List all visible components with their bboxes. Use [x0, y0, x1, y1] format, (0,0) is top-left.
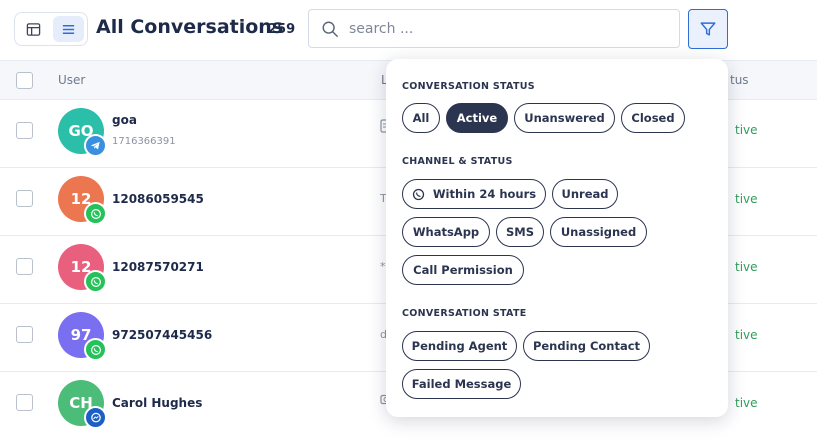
chip-label: Pending Contact — [532, 339, 641, 353]
list-icon — [62, 24, 75, 34]
status-badge: tive — [735, 123, 758, 137]
chip-label: WhatsApp — [412, 225, 480, 239]
section-title-channel-status: CHANNEL & STATUS — [402, 156, 513, 167]
filter-button[interactable] — [688, 9, 728, 49]
telegram-icon — [84, 134, 107, 157]
row-checkbox[interactable] — [16, 394, 33, 411]
status-badge: tive — [735, 192, 758, 206]
chip-label: Call Permission — [413, 263, 513, 277]
search-box — [308, 9, 680, 48]
column-header-status: tus — [730, 73, 749, 87]
chip-label: Unread — [561, 187, 609, 201]
row-checkbox[interactable] — [16, 122, 33, 139]
user-name[interactable]: 972507445456 — [112, 328, 212, 342]
chip-failed-message[interactable]: Failed Message — [402, 369, 521, 399]
status-badge: tive — [735, 396, 758, 410]
chip-label: SMS — [505, 225, 534, 239]
whatsapp-icon — [412, 188, 425, 200]
grid-view-button[interactable] — [18, 16, 49, 42]
chip-whatsapp[interactable]: WhatsApp — [402, 217, 490, 247]
user-name[interactable]: Carol Hughes — [112, 396, 202, 410]
user-id: 1716366391 — [112, 136, 176, 147]
last-message-preview: * — [380, 260, 386, 273]
whatsapp-icon — [84, 270, 107, 293]
section-title-conversation-status: CONVERSATION STATUS — [402, 81, 535, 92]
column-header-user: User — [58, 73, 86, 87]
top-bar: All Conversations 259 — [0, 0, 817, 60]
chip-label: All — [412, 111, 430, 125]
messenger-icon — [84, 406, 107, 429]
chip-pending-agent[interactable]: Pending Agent — [402, 331, 517, 361]
status-badge: tive — [735, 260, 758, 274]
select-all-checkbox[interactable] — [16, 72, 33, 89]
filter-dropdown: CONVERSATION STATUS All Active Unanswere… — [386, 59, 728, 417]
chip-sms[interactable]: SMS — [496, 217, 544, 247]
chip-label: Within 24 hours — [432, 187, 537, 201]
chip-pending-contact[interactable]: Pending Contact — [523, 331, 650, 361]
chip-label: Pending Agent — [411, 339, 508, 353]
chip-label: Failed Message — [411, 377, 512, 391]
chip-unread[interactable]: Unread — [552, 179, 618, 209]
search-icon — [322, 21, 338, 37]
chip-label: Unassigned — [560, 225, 637, 239]
chip-within-24-hours[interactable]: Within 24 hours — [402, 179, 546, 209]
chip-active[interactable]: Active — [446, 103, 508, 133]
status-badge: tive — [735, 328, 758, 342]
user-name[interactable]: 12086059545 — [112, 192, 204, 206]
filter-icon — [700, 22, 716, 36]
list-view-button[interactable] — [53, 16, 84, 42]
whatsapp-icon — [84, 202, 107, 225]
row-checkbox[interactable] — [16, 326, 33, 343]
chip-unanswered[interactable]: Unanswered — [514, 103, 615, 133]
section-title-conversation-state: CONVERSATION STATE — [402, 308, 527, 319]
chip-call-permission[interactable]: Call Permission — [402, 255, 524, 285]
chip-closed[interactable]: Closed — [621, 103, 685, 133]
chip-label: Active — [456, 111, 498, 125]
chip-unassigned[interactable]: Unassigned — [550, 217, 647, 247]
row-checkbox[interactable] — [16, 258, 33, 275]
search-input[interactable] — [349, 20, 649, 37]
page-title: All Conversations — [96, 16, 284, 38]
row-checkbox[interactable] — [16, 190, 33, 207]
chip-label: Closed — [631, 111, 675, 125]
user-name[interactable]: goa — [112, 113, 137, 127]
user-name[interactable]: 12087570271 — [112, 260, 204, 274]
view-toggle — [14, 12, 88, 46]
layout-grid-icon — [26, 22, 41, 36]
conversation-count: 259 — [268, 22, 296, 37]
chip-all[interactable]: All — [402, 103, 440, 133]
chip-label: Unanswered — [524, 111, 605, 125]
whatsapp-icon — [84, 338, 107, 361]
